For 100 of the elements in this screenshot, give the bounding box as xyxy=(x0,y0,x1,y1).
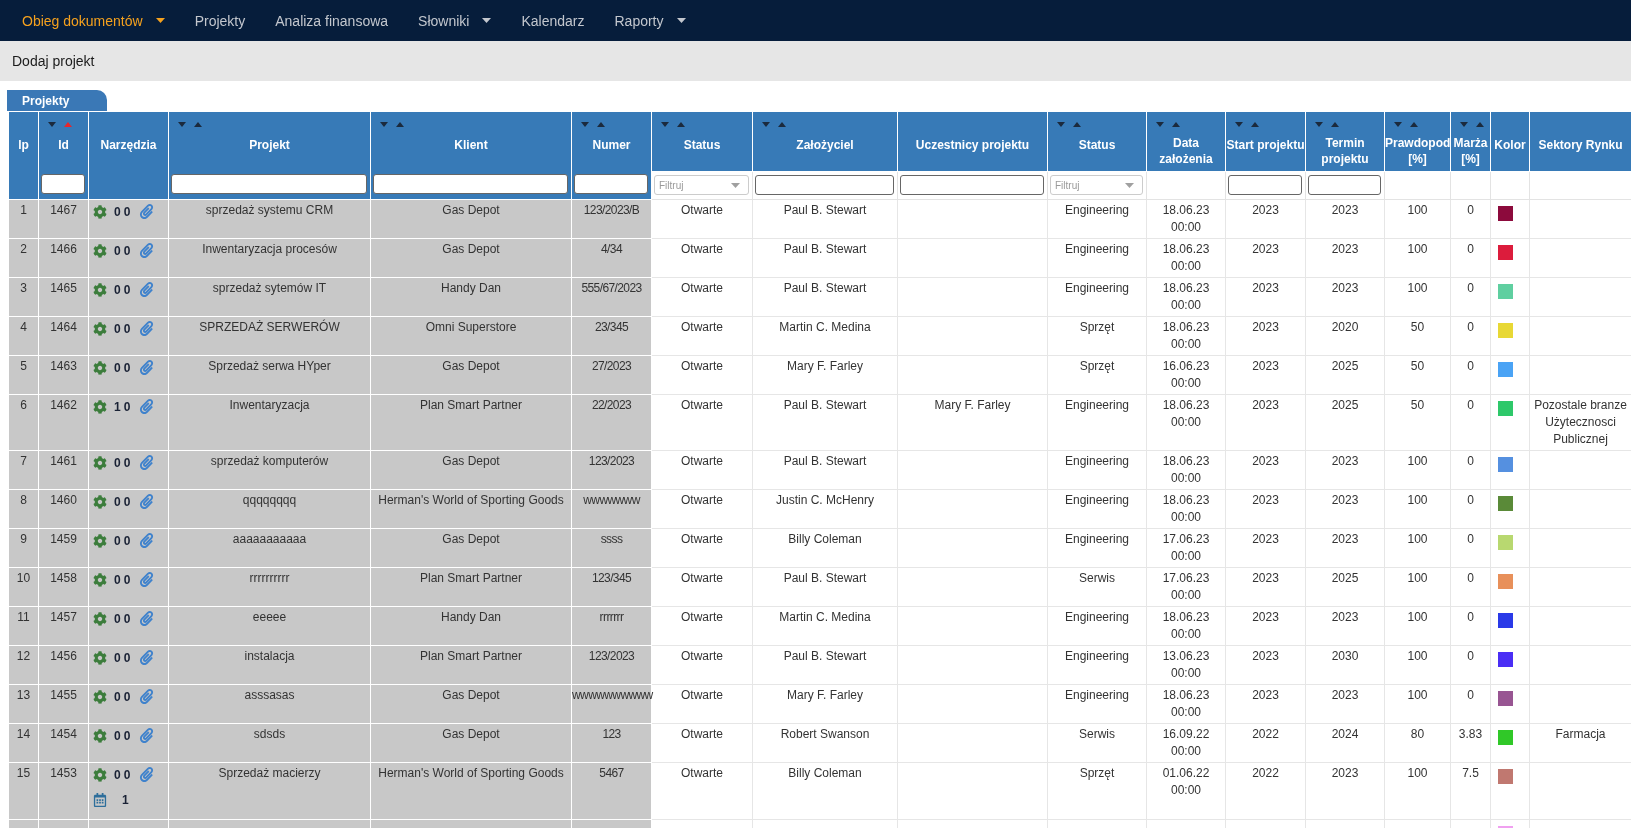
table-cell: 1463 xyxy=(38,355,89,394)
table-cell: Paul B. Stewart xyxy=(752,394,898,450)
table-cell: SPRZEDAŻ SERWERÓW xyxy=(168,316,371,355)
table-cell: rrrrrrrrrr xyxy=(168,567,371,606)
counter: 0 xyxy=(123,650,131,665)
gear-icon[interactable] xyxy=(93,533,107,548)
table-cell: Paul B. Stewart xyxy=(752,450,898,489)
paperclip-icon[interactable] xyxy=(139,399,155,414)
counter: 0 xyxy=(123,360,131,375)
paperclip-icon[interactable] xyxy=(139,611,155,626)
tab[interactable]: Projekty xyxy=(7,90,107,111)
caret-down-icon[interactable] xyxy=(661,121,669,127)
paperclip-icon[interactable] xyxy=(139,282,155,297)
nav-item[interactable]: Obieg dokumentów xyxy=(7,11,180,30)
table-cell: 0 xyxy=(1450,355,1491,394)
gear-icon[interactable] xyxy=(93,455,107,470)
filter-input[interactable] xyxy=(1308,175,1381,195)
paperclip-icon[interactable] xyxy=(139,767,155,782)
nav-item[interactable]: Projekty xyxy=(179,11,261,30)
caret-down-icon[interactable] xyxy=(48,121,56,127)
nav-item[interactable]: Analiza finansowa xyxy=(260,11,404,30)
table-cell: wwwwwww xyxy=(571,489,652,528)
gear-icon[interactable] xyxy=(93,494,107,509)
table-cell: 18.06.23 00:00 xyxy=(1146,684,1226,723)
filter-input[interactable] xyxy=(900,175,1044,195)
caret-up-icon[interactable] xyxy=(194,121,202,127)
caret-up-icon[interactable] xyxy=(1251,121,1259,127)
calendar-icon[interactable] xyxy=(93,792,107,807)
nav-item[interactable]: Kalendarz xyxy=(506,11,600,30)
filter-input[interactable] xyxy=(171,174,367,194)
caret-down-icon[interactable] xyxy=(380,121,388,127)
column-title: Status xyxy=(1078,137,1116,153)
paperclip-icon[interactable] xyxy=(139,360,155,375)
gear-icon[interactable] xyxy=(93,728,107,743)
table-cell: 50 xyxy=(1384,316,1451,355)
caret-down-icon[interactable] xyxy=(1235,121,1243,127)
paperclip-icon[interactable] xyxy=(139,689,155,704)
nav-item[interactable]: Słowniki xyxy=(403,11,507,30)
gear-icon[interactable] xyxy=(93,204,107,219)
gear-icon[interactable] xyxy=(93,689,107,704)
gear-icon[interactable] xyxy=(93,282,107,297)
paperclip-icon[interactable] xyxy=(139,243,155,258)
counter: 0 xyxy=(123,689,131,704)
paperclip-icon[interactable] xyxy=(139,728,155,743)
paperclip-icon[interactable] xyxy=(139,204,155,219)
caret-up-icon[interactable] xyxy=(778,121,786,127)
add-project-link[interactable]: Dodaj projekt xyxy=(12,53,95,69)
paperclip-icon[interactable] xyxy=(139,572,155,587)
caret-up-icon[interactable] xyxy=(1410,121,1418,127)
caret-down-icon[interactable] xyxy=(581,121,589,127)
gear-icon[interactable] xyxy=(93,243,107,258)
nav-item[interactable]: Raporty xyxy=(599,11,701,30)
caret-up-icon[interactable] xyxy=(1476,121,1484,127)
filter-input[interactable] xyxy=(1228,175,1302,195)
table-cell: Otwarte xyxy=(651,606,753,645)
caret-down-icon[interactable] xyxy=(178,121,186,127)
counter: 0 xyxy=(114,728,121,743)
table-cell: Billy Coleman xyxy=(752,762,898,819)
table-cell: 1464 xyxy=(38,316,89,355)
caret-down-icon[interactable] xyxy=(1315,121,1323,127)
filter-input[interactable] xyxy=(755,175,894,195)
caret-up-icon[interactable] xyxy=(1073,121,1081,127)
caret-down-icon[interactable] xyxy=(1156,121,1164,127)
caret-down-icon[interactable] xyxy=(1394,121,1402,127)
caret-down-icon[interactable] xyxy=(1057,121,1065,127)
gear-icon[interactable] xyxy=(93,611,107,626)
table-cell: Serwis xyxy=(1047,567,1147,606)
caret-up-icon[interactable] xyxy=(1172,121,1180,127)
caret-down-icon[interactable] xyxy=(762,121,770,127)
table-cell: 3 xyxy=(8,277,39,316)
gear-icon[interactable] xyxy=(93,650,107,665)
gear-icon[interactable] xyxy=(93,321,107,336)
gear-icon[interactable] xyxy=(93,767,107,782)
table-cell: Gas Depot xyxy=(370,450,572,489)
caret-up-icon[interactable] xyxy=(1331,121,1339,127)
table-cell: Otwarte xyxy=(651,316,753,355)
table-cell: Billy Coleman xyxy=(752,528,898,567)
gear-icon[interactable] xyxy=(93,360,107,375)
paperclip-icon[interactable] xyxy=(139,650,155,665)
caret-up-icon[interactable] xyxy=(597,121,605,127)
paperclip-icon[interactable] xyxy=(139,321,155,336)
table-cell: 1455 xyxy=(38,684,89,723)
table-cell: 18.06.23 00:00 xyxy=(1146,238,1226,277)
table-cell: 18.06.23 00:00 xyxy=(1146,394,1226,450)
paperclip-icon[interactable] xyxy=(139,533,155,548)
gear-icon[interactable] xyxy=(93,399,107,414)
filter-input[interactable] xyxy=(574,174,648,194)
paperclip-icon[interactable] xyxy=(139,455,155,470)
counter: 1 xyxy=(122,792,129,807)
table-cell: 2024 xyxy=(1305,723,1385,762)
caret-down-icon[interactable] xyxy=(1460,121,1468,127)
caret-up-icon[interactable] xyxy=(396,121,404,127)
table-cell: 123/2023 xyxy=(571,645,652,684)
table-cell: 2023 xyxy=(1305,762,1385,819)
table-cell: Engineering xyxy=(1047,645,1147,684)
caret-up-icon[interactable] xyxy=(677,121,685,127)
filter-input[interactable] xyxy=(373,174,568,194)
gear-icon[interactable] xyxy=(93,572,107,587)
paperclip-icon[interactable] xyxy=(139,494,155,509)
filter-input[interactable] xyxy=(41,174,85,194)
